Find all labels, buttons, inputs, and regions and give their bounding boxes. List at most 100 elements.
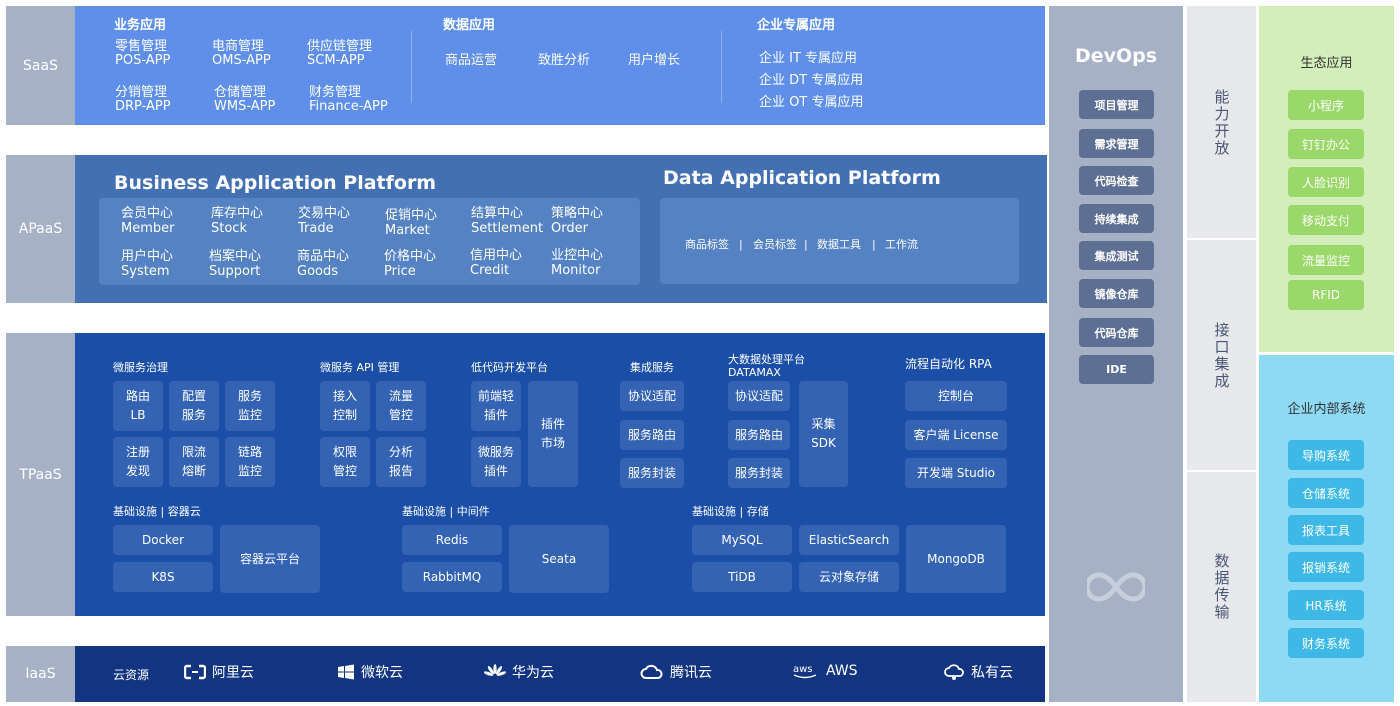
dap-separator: |: [804, 238, 808, 251]
aliyun-icon: [184, 664, 206, 680]
bap-center: 信用中心 Credit: [470, 248, 523, 278]
cloud-azure: 微软云: [337, 662, 403, 682]
integ-protocol-box: 协议适配: [620, 381, 684, 411]
saas-app-drp: 分销管理 DRP-APP: [115, 85, 171, 114]
huawei-icon: [484, 664, 506, 680]
bap-center: 档案中心 Support: [209, 249, 262, 279]
bap-center: 策略中心 Order: [551, 206, 604, 236]
capability-data-text: 数据传输: [1214, 552, 1230, 621]
micro-title: 微服务治理: [113, 361, 168, 374]
docker-box: Docker: [113, 525, 213, 555]
saas-data-item: 商品运营: [445, 53, 498, 68]
lowcode-frontend-box: 前端轻 插件: [471, 381, 521, 431]
k8s-box: K8S: [113, 562, 213, 592]
rpa-console-box: 控制台: [905, 381, 1007, 411]
capability-open-text: 能力开放: [1214, 88, 1230, 157]
internal-item: HR系统: [1288, 590, 1364, 620]
bap-center: 库存中心 Stock: [211, 206, 264, 236]
devops-item: 集成测试: [1079, 241, 1154, 270]
aws-icon: aws: [792, 662, 820, 680]
internal-item: 报表工具: [1288, 515, 1364, 545]
eco-item: 移动支付: [1288, 205, 1364, 235]
devops-item: 需求管理: [1079, 129, 1154, 158]
tidb-box: TiDB: [692, 562, 792, 592]
capability-interface-text: 接口集成: [1214, 321, 1230, 390]
integ-title: 集成服务: [630, 361, 674, 374]
bap-center: 业控中心 Monitor: [551, 248, 604, 278]
windows-icon: [337, 664, 355, 680]
layer-label-iaas: IaaS: [6, 646, 75, 702]
cloud-name: 腾讯云: [670, 665, 712, 681]
micro-monitor-box: 服务 监控: [225, 381, 275, 431]
mysql-box: MySQL: [692, 525, 792, 555]
layer-label-saas: SaaS: [6, 6, 75, 125]
eco-title: 生态应用: [1300, 55, 1353, 71]
mongodb-box: MongoDB: [906, 525, 1006, 593]
object-storage-box: 云对象存储: [799, 562, 899, 592]
dap-item: 数据工具: [817, 238, 861, 251]
devops-item: 代码检查: [1079, 166, 1154, 195]
cloud-huawei: 华为云: [484, 662, 554, 682]
micro-config-box: 配置 服务: [169, 381, 219, 431]
saas-data-item: 用户增长: [628, 53, 681, 68]
layer-label-apaas: APaaS: [6, 155, 75, 303]
api-permission-box: 权限 管控: [320, 437, 370, 487]
bigdata-protocol-box: 协议适配: [728, 381, 790, 411]
saas-data-item: 致胜分析: [538, 53, 591, 68]
api-access-box: 接入 控制: [320, 381, 370, 431]
cloud-name: 微软云: [361, 665, 403, 681]
saas-app-scm: 供应链管理 SCM-APP: [307, 39, 373, 68]
saas-app-oms: 电商管理 OMS-APP: [212, 39, 271, 68]
devops-title: DevOps: [1074, 45, 1158, 67]
micro-trace-box: 链路 监控: [225, 437, 275, 487]
saas-app-finance: 财务管理 Finance-APP: [309, 85, 388, 114]
bigdata-title: 大数据处理平台 DATAMAX: [728, 353, 805, 379]
rpa-client-box: 客户端 License: [905, 420, 1007, 450]
saas-data-title: 数据应用: [443, 18, 496, 33]
internal-item: 导购系统: [1288, 440, 1364, 470]
saas-layer: 业务应用 零售管理 POS-APP 电商管理 OMS-APP 供应链管理 SCM-AP…: [75, 6, 1045, 125]
cloud-name: AWS: [826, 663, 858, 679]
cloud-name: 阿里云: [212, 665, 254, 681]
micro-register-box: 注册 发现: [113, 437, 163, 487]
internal-item: 仓储系统: [1288, 478, 1364, 508]
bap-center: 促销中心 Market: [385, 208, 438, 238]
bap-center: 会员中心 Member: [121, 206, 175, 236]
integ-wrap-box: 服务封装: [620, 458, 684, 488]
tencent-cloud-icon: [640, 664, 664, 680]
bap-center: 结算中心 Settlement: [471, 206, 544, 236]
bigdata-sdk-box: 采集 SDK: [799, 381, 848, 487]
saas-biz-title: 业务应用: [114, 18, 167, 33]
saas-divider-2: [721, 31, 722, 103]
bap-center: 价格中心 Price: [384, 249, 437, 279]
cloud-name: 华为云: [512, 665, 554, 681]
dap-title: Data Application Platform: [663, 167, 941, 189]
tpaas-layer: 微服务治理 路由 LB 配置 服务 服务 监控 注册 发现 限流 熔断 链路 监…: [75, 333, 1045, 616]
private-cloud-icon: [943, 663, 965, 681]
saas-ent-item: 企业 DT 专属应用: [759, 73, 864, 88]
layer-label-tpaas: TPaaS: [6, 333, 75, 616]
redis-box: Redis: [402, 525, 502, 555]
bap-center: 用户中心 System: [121, 249, 174, 279]
eco-item: RFID: [1288, 280, 1364, 310]
rpa-title: 流程自动化 RPA: [905, 357, 992, 371]
internal-item: 财务系统: [1288, 628, 1364, 658]
storage-title: 基础设施 | 存储: [692, 505, 769, 518]
saas-app-pos: 零售管理 POS-APP: [115, 39, 171, 68]
devops-item: 镜像仓库: [1079, 279, 1154, 308]
infinity-logo-icon: [1084, 570, 1148, 608]
bap-title: Business Application Platform: [114, 172, 437, 194]
micro-route-box: 路由 LB: [113, 381, 163, 431]
cloud-aws: aws AWS: [792, 662, 858, 680]
api-traffic-box: 流量 管控: [376, 381, 426, 431]
container-platform-box: 容器云平台: [220, 525, 320, 593]
svg-text:aws: aws: [793, 664, 813, 675]
saas-app-wms: 仓储管理 WMS-APP: [214, 85, 276, 114]
dap-separator: |: [872, 238, 876, 251]
devops-item: IDE: [1079, 355, 1154, 384]
lowcode-micro-box: 微服务 插件: [471, 437, 521, 487]
eco-item: 人脸识别: [1288, 167, 1364, 197]
devops-item: 项目管理: [1079, 90, 1154, 119]
lowcode-market-box: 插件 市场: [528, 381, 578, 487]
rabbitmq-box: RabbitMQ: [402, 562, 502, 592]
